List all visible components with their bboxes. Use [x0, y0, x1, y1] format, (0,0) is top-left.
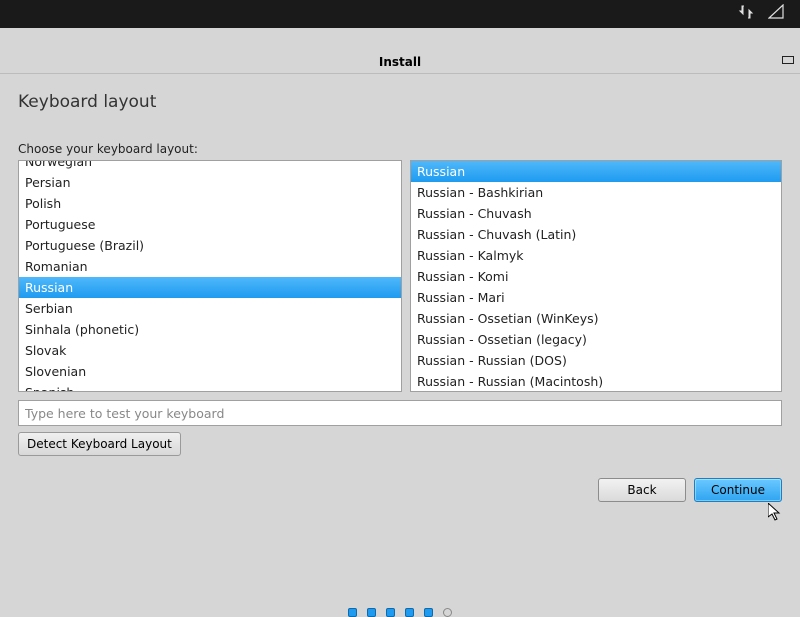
list-item[interactable]: Serbian	[19, 298, 401, 319]
list-item[interactable]: Russian	[19, 277, 401, 298]
list-item[interactable]: Romanian	[19, 256, 401, 277]
continue-button[interactable]: Continue	[694, 478, 782, 502]
list-item[interactable]: Portuguese	[19, 214, 401, 235]
signal-icon[interactable]	[768, 4, 784, 24]
page-title: Keyboard layout	[18, 92, 782, 112]
list-item[interactable]: Russian - Chuvash	[411, 203, 781, 224]
list-item[interactable]: Russian - Russian (Macintosh)	[411, 371, 781, 392]
list-item[interactable]: Slovenian	[19, 361, 401, 382]
keyboard-test-input[interactable]	[18, 400, 782, 426]
list-item[interactable]: Russian - Komi	[411, 266, 781, 287]
network-icon[interactable]	[738, 4, 754, 24]
list-item[interactable]: Russian - Kalmyk	[411, 245, 781, 266]
progress-dot	[443, 608, 452, 617]
list-item[interactable]: Russian - Ossetian (legacy)	[411, 329, 781, 350]
variant-listbox[interactable]: RussianRussian - BashkirianRussian - Chu…	[410, 160, 782, 392]
progress-dots	[0, 608, 800, 617]
progress-dot	[405, 608, 414, 617]
progress-dot	[424, 608, 433, 617]
detect-keyboard-button[interactable]: Detect Keyboard Layout	[18, 432, 181, 456]
progress-dot	[386, 608, 395, 617]
list-item[interactable]: Russian - Ossetian (WinKeys)	[411, 308, 781, 329]
progress-dot	[348, 608, 357, 617]
back-button[interactable]: Back	[598, 478, 686, 502]
list-item[interactable]: Spanish	[19, 382, 401, 392]
system-topbar	[0, 0, 800, 28]
list-item[interactable]: Sinhala (phonetic)	[19, 319, 401, 340]
window-titlebar: Install	[0, 50, 800, 74]
list-item[interactable]: Russian - Mari	[411, 287, 781, 308]
list-item[interactable]: Russian	[411, 161, 781, 182]
progress-dot	[367, 608, 376, 617]
installer-window: Install Keyboard layout Choose your keyb…	[0, 50, 800, 600]
list-item[interactable]: Russian - Russian (DOS)	[411, 350, 781, 371]
window-title: Install	[379, 55, 421, 69]
list-item[interactable]: Portuguese (Brazil)	[19, 235, 401, 256]
list-item[interactable]: Slovak	[19, 340, 401, 361]
list-item[interactable]: Russian - Chuvash (Latin)	[411, 224, 781, 245]
maximize-icon[interactable]	[782, 56, 794, 64]
list-item[interactable]: Norwegian	[19, 160, 401, 172]
list-item[interactable]: Russian - Bashkirian	[411, 182, 781, 203]
list-item[interactable]: Persian	[19, 172, 401, 193]
language-listbox[interactable]: NorwegianPersianPolishPortuguesePortugue…	[18, 160, 402, 392]
list-item[interactable]: Polish	[19, 193, 401, 214]
choose-label: Choose your keyboard layout:	[18, 142, 782, 156]
